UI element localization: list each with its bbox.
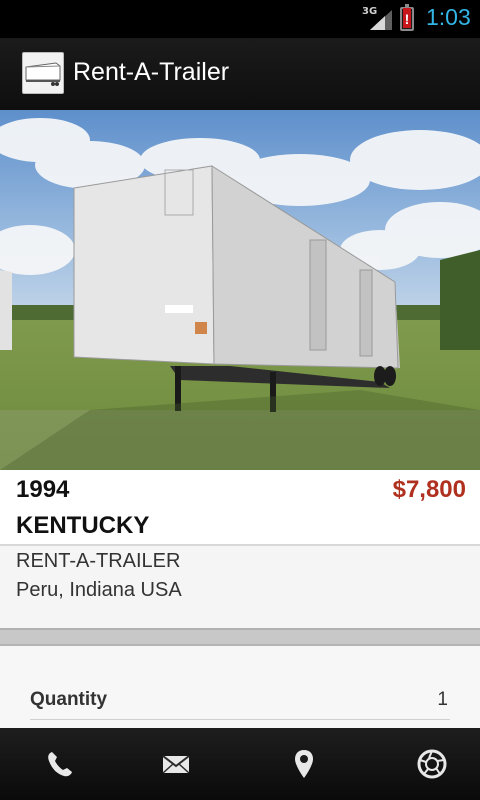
- trailer-photo[interactable]: [0, 110, 480, 470]
- seller-name: RENT-A-TRAILER: [16, 550, 181, 572]
- action-bar: Rent-A-Trailer: [0, 38, 480, 110]
- bottom-action-bar: [0, 728, 480, 800]
- map-button[interactable]: [244, 728, 364, 800]
- app-title: Rent-A-Trailer: [73, 58, 230, 86]
- seller-info: RENT-A-TRAILER Peru, Indiana USA: [0, 546, 480, 628]
- listing-model: KENTUCKY: [16, 512, 150, 539]
- website-button[interactable]: [372, 728, 480, 800]
- status-clock: 1:03: [426, 4, 471, 30]
- specs-section: Quantity 1: [0, 646, 480, 728]
- trailer-icon[interactable]: [22, 52, 64, 94]
- listing-year: 1994: [16, 476, 70, 503]
- call-button[interactable]: [0, 728, 120, 800]
- phone-icon: [48, 752, 72, 777]
- section-divider: [0, 628, 480, 646]
- battery-alert-icon: !: [400, 4, 414, 31]
- spec-label: Quantity: [30, 689, 108, 710]
- email-icon: [162, 755, 190, 774]
- web-icon: [417, 749, 447, 779]
- spec-row-quantity: Quantity 1: [30, 686, 450, 720]
- seller-location: Peru, Indiana USA: [16, 579, 182, 601]
- listing-header: 1994 $7,800 KENTUCKY: [0, 470, 480, 546]
- spec-value: 1: [437, 689, 448, 710]
- email-button[interactable]: [116, 728, 236, 800]
- signal-strength-icon: [370, 10, 392, 30]
- listing-price: $7,800: [392, 476, 466, 503]
- map-pin-icon: [295, 750, 313, 778]
- status-bar: 3G ! 1:03: [0, 0, 480, 38]
